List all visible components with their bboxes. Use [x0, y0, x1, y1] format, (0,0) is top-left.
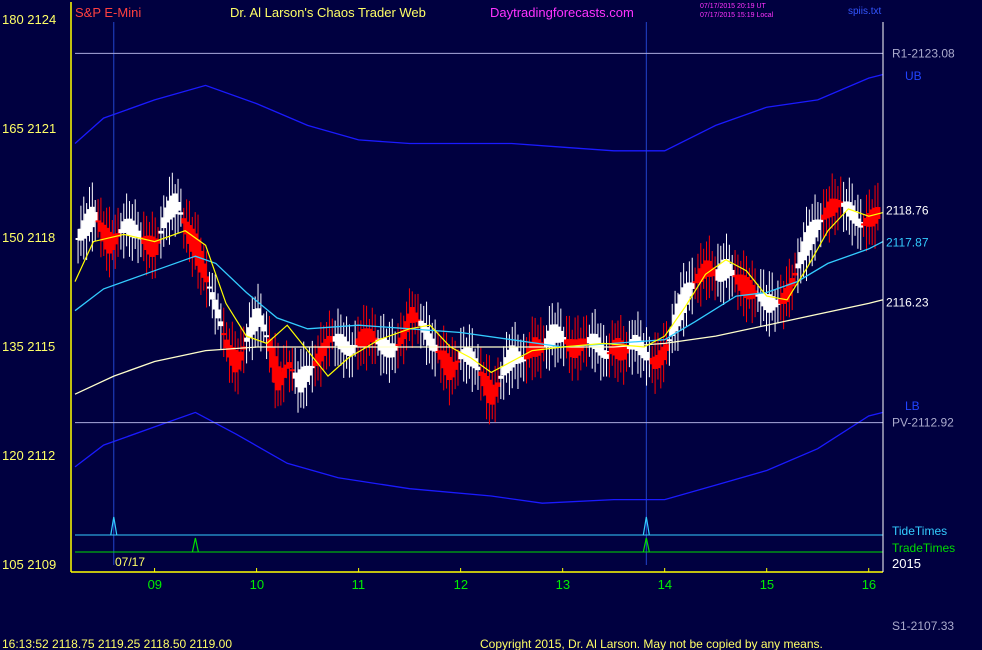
- bar-body-185: [604, 350, 610, 359]
- chart-canvas: R1-2123.08 PV-2112.92 2118.76 2117.87 2116.2…: [0, 0, 982, 650]
- x-tick-label-6: 15: [760, 577, 774, 592]
- bar-body-45: [204, 276, 210, 283]
- site-url: Daytradingforecasts.com: [490, 5, 634, 20]
- tide-times-label: TideTimes: [892, 524, 947, 538]
- bar-body-252: [795, 263, 801, 269]
- bar-body-75: [289, 369, 295, 372]
- y-tick-label-4: 120 2112: [2, 448, 55, 463]
- bar-body-206: [664, 344, 670, 351]
- bar-body-35: [175, 201, 181, 211]
- bar-body-50: [218, 321, 224, 327]
- trade-times-label: TradeTimes: [892, 541, 955, 555]
- site-title: Dr. Al Larson's Chaos Trader Web: [230, 5, 426, 20]
- bar-body-72: [281, 367, 287, 378]
- bar-body-229: [729, 269, 735, 276]
- bar-body-156: [521, 359, 527, 362]
- bar-body-82: [309, 366, 315, 369]
- bar-body-112: [395, 343, 401, 346]
- copyright-text: Copyright 2015, Dr. Al Larson. May not b…: [480, 637, 823, 650]
- bar-body-125: [432, 344, 438, 352]
- bar-body-74: [286, 362, 292, 369]
- y-tick-label-1: 165 2121: [2, 121, 56, 136]
- bar-body-133: [455, 360, 461, 363]
- bar-body-59: [244, 337, 250, 342]
- date-label: 07/17: [115, 555, 145, 569]
- bar-body-215: [689, 282, 695, 289]
- x-tick-label-2: 11: [352, 577, 366, 592]
- bar-body-7: [95, 220, 101, 223]
- ma-value-label-0: 2118.76: [886, 203, 929, 217]
- ma-value-label-2: 2116.23: [886, 295, 929, 309]
- y-tick-label-3: 135 2115: [2, 339, 55, 354]
- bar-body-46: [206, 286, 212, 289]
- x-tick-label-4: 13: [556, 577, 570, 592]
- s1-level-label: S1-2107.33: [892, 619, 954, 633]
- bar-body-147: [495, 382, 501, 387]
- bar-body-140: [475, 366, 481, 371]
- instrument-label: S&P E-Mini: [75, 5, 141, 20]
- ma-value-label-1: 2117.87: [886, 236, 929, 250]
- bar-body-48: [212, 299, 218, 310]
- x-tick-label-7: 16: [862, 577, 876, 592]
- x-tick-label-1: 10: [250, 577, 264, 592]
- bar-body-6: [92, 212, 98, 222]
- y-tick-label-5: 105 2109: [2, 557, 56, 572]
- level-label-1: PV-2112.92: [892, 416, 954, 430]
- timestamp-local: 07/17/2015 15:19 Local: [700, 12, 774, 19]
- bar-body-251: [792, 272, 798, 276]
- bar-body-57: [238, 351, 244, 361]
- bar-body-47: [209, 292, 215, 300]
- bar-body-146: [492, 386, 498, 397]
- bar-body-44: [201, 263, 207, 278]
- timestamp-ut: 07/17/2015 20:19 UT: [700, 3, 766, 10]
- x-tick-label-3: 12: [454, 577, 468, 592]
- year-label: 2015: [892, 556, 921, 571]
- bar-body-66: [264, 335, 270, 338]
- bar-body-260: [818, 219, 824, 223]
- x-tick-label-0: 09: [148, 577, 162, 592]
- bar-body-207: [666, 339, 672, 342]
- y-tick-label-0: 180 2124: [2, 12, 56, 27]
- bar-body-29: [158, 230, 164, 234]
- y-tick-label-2: 150 2118: [2, 230, 55, 245]
- x-tick-label-5: 14: [658, 577, 672, 592]
- level-label-0: R1-2123.08: [892, 46, 955, 60]
- data-file-label: spiis.txt: [848, 6, 882, 17]
- bar-body-65: [261, 324, 267, 332]
- bar-body-36: [178, 212, 184, 215]
- upper-band-label: UB: [905, 69, 922, 83]
- lower-band-label: LB: [905, 399, 920, 413]
- bar-body-51: [221, 333, 227, 336]
- bar-body-148: [498, 375, 504, 379]
- bar-body-132: [452, 362, 458, 370]
- bar-body-49: [215, 309, 221, 319]
- quote-line: 16:13:52 2118.75 2119.25 2118.50 2119.00: [2, 637, 232, 650]
